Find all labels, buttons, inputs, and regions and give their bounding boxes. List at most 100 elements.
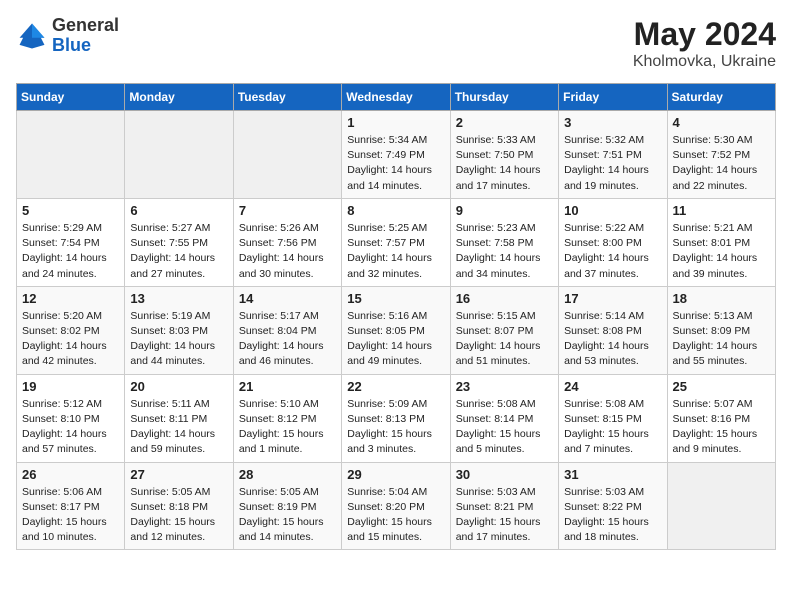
day-number: 2 — [456, 115, 553, 130]
calendar-cell: 1 Sunrise: 5:34 AM Sunset: 7:49 PM Daylig… — [342, 111, 450, 199]
week-row-1: 1 Sunrise: 5:34 AM Sunset: 7:49 PM Daylig… — [17, 111, 776, 199]
day-info: Sunrise: 5:26 AM Sunset: 7:56 PM Dayligh… — [239, 221, 336, 282]
day-number: 30 — [456, 467, 553, 482]
calendar-body: 1 Sunrise: 5:34 AM Sunset: 7:49 PM Daylig… — [17, 111, 776, 550]
day-info: Sunrise: 5:33 AM Sunset: 7:50 PM Dayligh… — [456, 133, 553, 194]
day-number: 11 — [673, 203, 770, 218]
day-info: Sunrise: 5:30 AM Sunset: 7:52 PM Dayligh… — [673, 133, 770, 194]
calendar-cell — [125, 111, 233, 199]
day-of-week-tuesday: Tuesday — [233, 84, 341, 111]
day-info: Sunrise: 5:32 AM Sunset: 7:51 PM Dayligh… — [564, 133, 661, 194]
day-number: 12 — [22, 291, 119, 306]
calendar-cell: 5Sunrise: 5:29 AM Sunset: 7:54 PM Daylig… — [17, 198, 125, 286]
day-info: Sunrise: 5:19 AM Sunset: 8:03 PM Dayligh… — [130, 309, 227, 370]
day-number: 6 — [130, 203, 227, 218]
day-number: 17 — [564, 291, 661, 306]
calendar-cell: 7 Sunrise: 5:26 AM Sunset: 7:56 PM Daylig… — [233, 198, 341, 286]
day-number: 18 — [673, 291, 770, 306]
day-number: 31 — [564, 467, 661, 482]
day-info: Sunrise: 5:21 AM Sunset: 8:01 PM Dayligh… — [673, 221, 770, 282]
day-info: Sunrise: 5:05 AM Sunset: 8:19 PM Dayligh… — [239, 485, 336, 546]
calendar-table: SundayMondayTuesdayWednesdayThursdayFrid… — [16, 83, 776, 550]
day-number: 16 — [456, 291, 553, 306]
day-info: Sunrise: 5:15 AM Sunset: 8:07 PM Dayligh… — [456, 309, 553, 370]
day-number: 7 — [239, 203, 336, 218]
day-number: 27 — [130, 467, 227, 482]
day-number: 22 — [347, 379, 444, 394]
day-info: Sunrise: 5:05 AM Sunset: 8:18 PM Dayligh… — [130, 485, 227, 546]
calendar-cell: 27 Sunrise: 5:05 AM Sunset: 8:18 PM Dayli… — [125, 462, 233, 550]
day-info: Sunrise: 5:10 AM Sunset: 8:12 PM Dayligh… — [239, 397, 336, 458]
day-number: 14 — [239, 291, 336, 306]
day-info: Sunrise: 5:06 AM Sunset: 8:17 PM Dayligh… — [22, 485, 119, 546]
day-number: 10 — [564, 203, 661, 218]
day-info: Sunrise: 5:27 AM Sunset: 7:55 PM Dayligh… — [130, 221, 227, 282]
calendar-cell: 16 Sunrise: 5:15 AM Sunset: 8:07 PM Dayli… — [450, 286, 558, 374]
calendar-cell: 6 Sunrise: 5:27 AM Sunset: 7:55 PM Daylig… — [125, 198, 233, 286]
calendar-cell: 29Sunrise: 5:04 AM Sunset: 8:20 PM Dayli… — [342, 462, 450, 550]
calendar-cell: 3Sunrise: 5:32 AM Sunset: 7:51 PM Daylig… — [559, 111, 667, 199]
page-header: General Blue May 2024 Kholmovka, Ukraine — [16, 16, 776, 71]
calendar-cell: 30Sunrise: 5:03 AM Sunset: 8:21 PM Dayli… — [450, 462, 558, 550]
logo-general-text: General — [52, 16, 119, 36]
day-info: Sunrise: 5:13 AM Sunset: 8:09 PM Dayligh… — [673, 309, 770, 370]
day-of-week-friday: Friday — [559, 84, 667, 111]
logo-icon — [16, 20, 48, 52]
day-number: 24 — [564, 379, 661, 394]
day-info: Sunrise: 5:20 AM Sunset: 8:02 PM Dayligh… — [22, 309, 119, 370]
calendar-cell: 12 Sunrise: 5:20 AM Sunset: 8:02 PM Dayli… — [17, 286, 125, 374]
day-number: 5 — [22, 203, 119, 218]
calendar-cell: 10Sunrise: 5:22 AM Sunset: 8:00 PM Dayli… — [559, 198, 667, 286]
day-number: 20 — [130, 379, 227, 394]
day-of-week-monday: Monday — [125, 84, 233, 111]
day-info: Sunrise: 5:03 AM Sunset: 8:22 PM Dayligh… — [564, 485, 661, 546]
day-info: Sunrise: 5:08 AM Sunset: 8:14 PM Dayligh… — [456, 397, 553, 458]
calendar-cell: 19Sunrise: 5:12 AM Sunset: 8:10 PM Dayli… — [17, 374, 125, 462]
day-number: 8 — [347, 203, 444, 218]
day-info: Sunrise: 5:34 AM Sunset: 7:49 PM Dayligh… — [347, 133, 444, 194]
day-info: Sunrise: 5:25 AM Sunset: 7:57 PM Dayligh… — [347, 221, 444, 282]
calendar-cell: 25 Sunrise: 5:07 AM Sunset: 8:16 PM Dayli… — [667, 374, 775, 462]
day-number: 9 — [456, 203, 553, 218]
day-of-week-thursday: Thursday — [450, 84, 558, 111]
day-number: 13 — [130, 291, 227, 306]
day-number: 25 — [673, 379, 770, 394]
calendar-cell: 31 Sunrise: 5:03 AM Sunset: 8:22 PM Dayli… — [559, 462, 667, 550]
calendar-cell: 20Sunrise: 5:11 AM Sunset: 8:11 PM Dayli… — [125, 374, 233, 462]
day-of-week-saturday: Saturday — [667, 84, 775, 111]
calendar-cell: 14 Sunrise: 5:17 AM Sunset: 8:04 PM Dayli… — [233, 286, 341, 374]
day-number: 23 — [456, 379, 553, 394]
calendar-cell — [233, 111, 341, 199]
calendar-cell: 4Sunrise: 5:30 AM Sunset: 7:52 PM Daylig… — [667, 111, 775, 199]
day-number: 21 — [239, 379, 336, 394]
calendar-cell: 13 Sunrise: 5:19 AM Sunset: 8:03 PM Dayli… — [125, 286, 233, 374]
calendar-cell: 2 Sunrise: 5:33 AM Sunset: 7:50 PM Daylig… — [450, 111, 558, 199]
day-info: Sunrise: 5:08 AM Sunset: 8:15 PM Dayligh… — [564, 397, 661, 458]
calendar-cell — [667, 462, 775, 550]
day-info: Sunrise: 5:07 AM Sunset: 8:16 PM Dayligh… — [673, 397, 770, 458]
calendar-cell: 8 Sunrise: 5:25 AM Sunset: 7:57 PM Daylig… — [342, 198, 450, 286]
week-row-4: 19Sunrise: 5:12 AM Sunset: 8:10 PM Dayli… — [17, 374, 776, 462]
calendar-cell: 22 Sunrise: 5:09 AM Sunset: 8:13 PM Dayli… — [342, 374, 450, 462]
logo: General Blue — [16, 16, 119, 56]
day-of-week-sunday: Sunday — [17, 84, 125, 111]
day-number: 1 — [347, 115, 444, 130]
day-info: Sunrise: 5:17 AM Sunset: 8:04 PM Dayligh… — [239, 309, 336, 370]
day-info: Sunrise: 5:23 AM Sunset: 7:58 PM Dayligh… — [456, 221, 553, 282]
calendar-cell: 17 Sunrise: 5:14 AM Sunset: 8:08 PM Dayli… — [559, 286, 667, 374]
calendar-cell: 9 Sunrise: 5:23 AM Sunset: 7:58 PM Daylig… — [450, 198, 558, 286]
location: Kholmovka, Ukraine — [633, 53, 776, 71]
calendar-cell: 15Sunrise: 5:16 AM Sunset: 8:05 PM Dayli… — [342, 286, 450, 374]
day-number: 28 — [239, 467, 336, 482]
week-row-5: 26Sunrise: 5:06 AM Sunset: 8:17 PM Dayli… — [17, 462, 776, 550]
day-info: Sunrise: 5:14 AM Sunset: 8:08 PM Dayligh… — [564, 309, 661, 370]
calendar-cell: 18 Sunrise: 5:13 AM Sunset: 8:09 PM Dayli… — [667, 286, 775, 374]
logo-blue-text: Blue — [52, 36, 119, 56]
day-info: Sunrise: 5:04 AM Sunset: 8:20 PM Dayligh… — [347, 485, 444, 546]
week-row-2: 5Sunrise: 5:29 AM Sunset: 7:54 PM Daylig… — [17, 198, 776, 286]
day-info: Sunrise: 5:09 AM Sunset: 8:13 PM Dayligh… — [347, 397, 444, 458]
calendar-header: SundayMondayTuesdayWednesdayThursdayFrid… — [17, 84, 776, 111]
week-row-3: 12 Sunrise: 5:20 AM Sunset: 8:02 PM Dayli… — [17, 286, 776, 374]
day-of-week-wednesday: Wednesday — [342, 84, 450, 111]
day-info: Sunrise: 5:12 AM Sunset: 8:10 PM Dayligh… — [22, 397, 119, 458]
